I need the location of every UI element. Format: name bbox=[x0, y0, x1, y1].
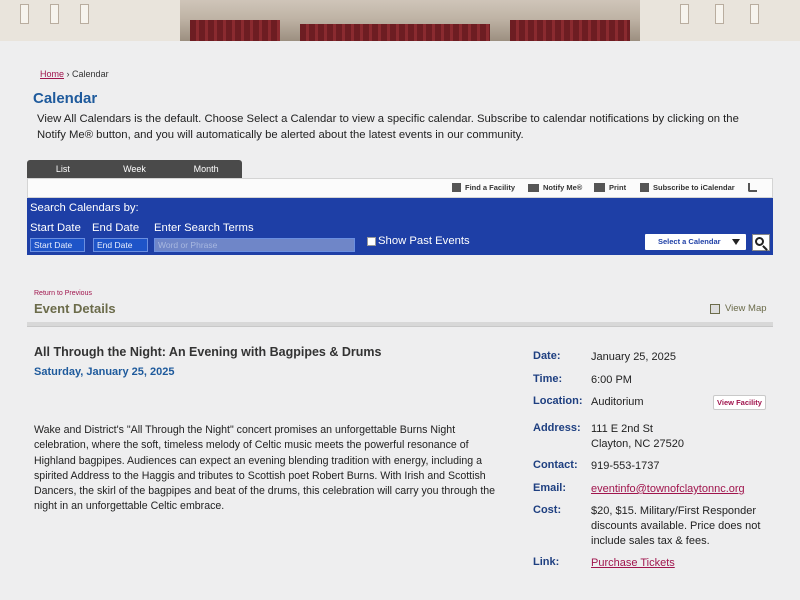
select-calendar-dropdown[interactable]: Select a Calendar bbox=[645, 234, 746, 250]
building-icon bbox=[452, 183, 461, 192]
event-title: All Through the Night: An Evening with B… bbox=[34, 345, 382, 359]
subscribe-icalendar-button[interactable]: Subscribe to iCalendar bbox=[640, 183, 735, 192]
notify-me-button[interactable]: Notify Me® bbox=[528, 183, 582, 192]
address-label: Address: bbox=[533, 422, 581, 434]
event-details-heading: Event Details bbox=[34, 301, 116, 316]
address-line1: 111 E 2nd St bbox=[591, 423, 653, 435]
end-date-label: End Date bbox=[92, 222, 140, 234]
find-facility-label: Find a Facility bbox=[465, 183, 516, 192]
search-panel: Search Calendars by: Start Date End Date… bbox=[27, 198, 773, 255]
dropdown-arrow-icon bbox=[732, 239, 740, 245]
calendar-icon bbox=[640, 183, 649, 192]
map-icon bbox=[710, 303, 720, 314]
printer-icon bbox=[594, 183, 605, 192]
date-value: January 25, 2025 bbox=[591, 351, 677, 363]
hero-banner-image bbox=[0, 0, 800, 41]
select-calendar-label: Select a Calendar bbox=[658, 237, 721, 246]
event-description: Wake and District's "All Through the Nig… bbox=[34, 424, 496, 513]
divider bbox=[27, 322, 773, 327]
event-date: Saturday, January 25, 2025 bbox=[34, 366, 175, 378]
show-past-events-checkbox[interactable] bbox=[367, 237, 376, 246]
search-terms-label: Enter Search Terms bbox=[154, 222, 254, 234]
breadcrumb: Home › Calendar bbox=[40, 69, 109, 79]
view-tabs: List Week Month bbox=[27, 160, 242, 178]
tab-month[interactable]: Month bbox=[170, 160, 242, 178]
calendar-toolbar: Find a Facility Notify Me® Print Subscri… bbox=[27, 178, 773, 198]
email-label: Email: bbox=[533, 482, 567, 494]
breadcrumb-separator: › bbox=[66, 69, 70, 79]
contact-value: 919-553-1737 bbox=[591, 460, 660, 472]
view-facility-button[interactable]: View Facility bbox=[713, 395, 766, 410]
link-label: Link: bbox=[533, 556, 560, 568]
print-button[interactable]: Print bbox=[594, 183, 626, 192]
time-value: 6:00 PM bbox=[591, 374, 632, 386]
purchase-tickets-link[interactable]: Purchase Tickets bbox=[591, 557, 675, 569]
breadcrumb-home-link[interactable]: Home bbox=[40, 69, 64, 79]
intro-text: View All Calendars is the default. Choos… bbox=[37, 113, 739, 141]
return-to-previous-link[interactable]: Return to Previous bbox=[34, 290, 92, 297]
cost-label: Cost: bbox=[533, 504, 562, 516]
subscribe-label: Subscribe to iCalendar bbox=[653, 183, 735, 192]
tab-week[interactable]: Week bbox=[99, 160, 171, 178]
view-map-link[interactable]: View Map bbox=[710, 303, 767, 314]
breadcrumb-current: Calendar bbox=[72, 69, 109, 79]
start-date-label: Start Date bbox=[30, 222, 81, 234]
end-date-input[interactable]: End Date bbox=[93, 238, 148, 252]
view-map-label: View Map bbox=[725, 303, 767, 314]
show-past-events-label: Show Past Events bbox=[378, 235, 470, 247]
rss-icon bbox=[748, 183, 757, 192]
notify-me-label: Notify Me® bbox=[543, 183, 583, 192]
address-line2: Clayton, NC 27520 bbox=[591, 438, 684, 450]
search-heading: Search Calendars by: bbox=[30, 202, 139, 214]
contact-label: Contact: bbox=[533, 459, 578, 471]
tab-list[interactable]: List bbox=[27, 160, 99, 178]
date-label: Date: bbox=[533, 350, 561, 362]
email-link[interactable]: eventinfo@townofclaytonnc.org bbox=[591, 483, 745, 495]
search-button[interactable] bbox=[752, 234, 770, 251]
mail-icon bbox=[528, 183, 539, 192]
find-facility-button[interactable]: Find a Facility bbox=[452, 183, 515, 192]
search-terms-input[interactable]: Word or Phrase bbox=[154, 238, 355, 252]
print-label: Print bbox=[609, 183, 627, 192]
page-title: Calendar bbox=[33, 90, 98, 107]
page-content: Home › Calendar Calendar View All Calend… bbox=[0, 41, 800, 600]
cost-value: $20, $15. Military/First Responder disco… bbox=[591, 505, 761, 547]
location-label: Location: bbox=[533, 395, 583, 407]
rss-button[interactable] bbox=[748, 183, 757, 192]
time-label: Time: bbox=[533, 373, 563, 385]
start-date-input[interactable]: Start Date bbox=[30, 238, 85, 252]
